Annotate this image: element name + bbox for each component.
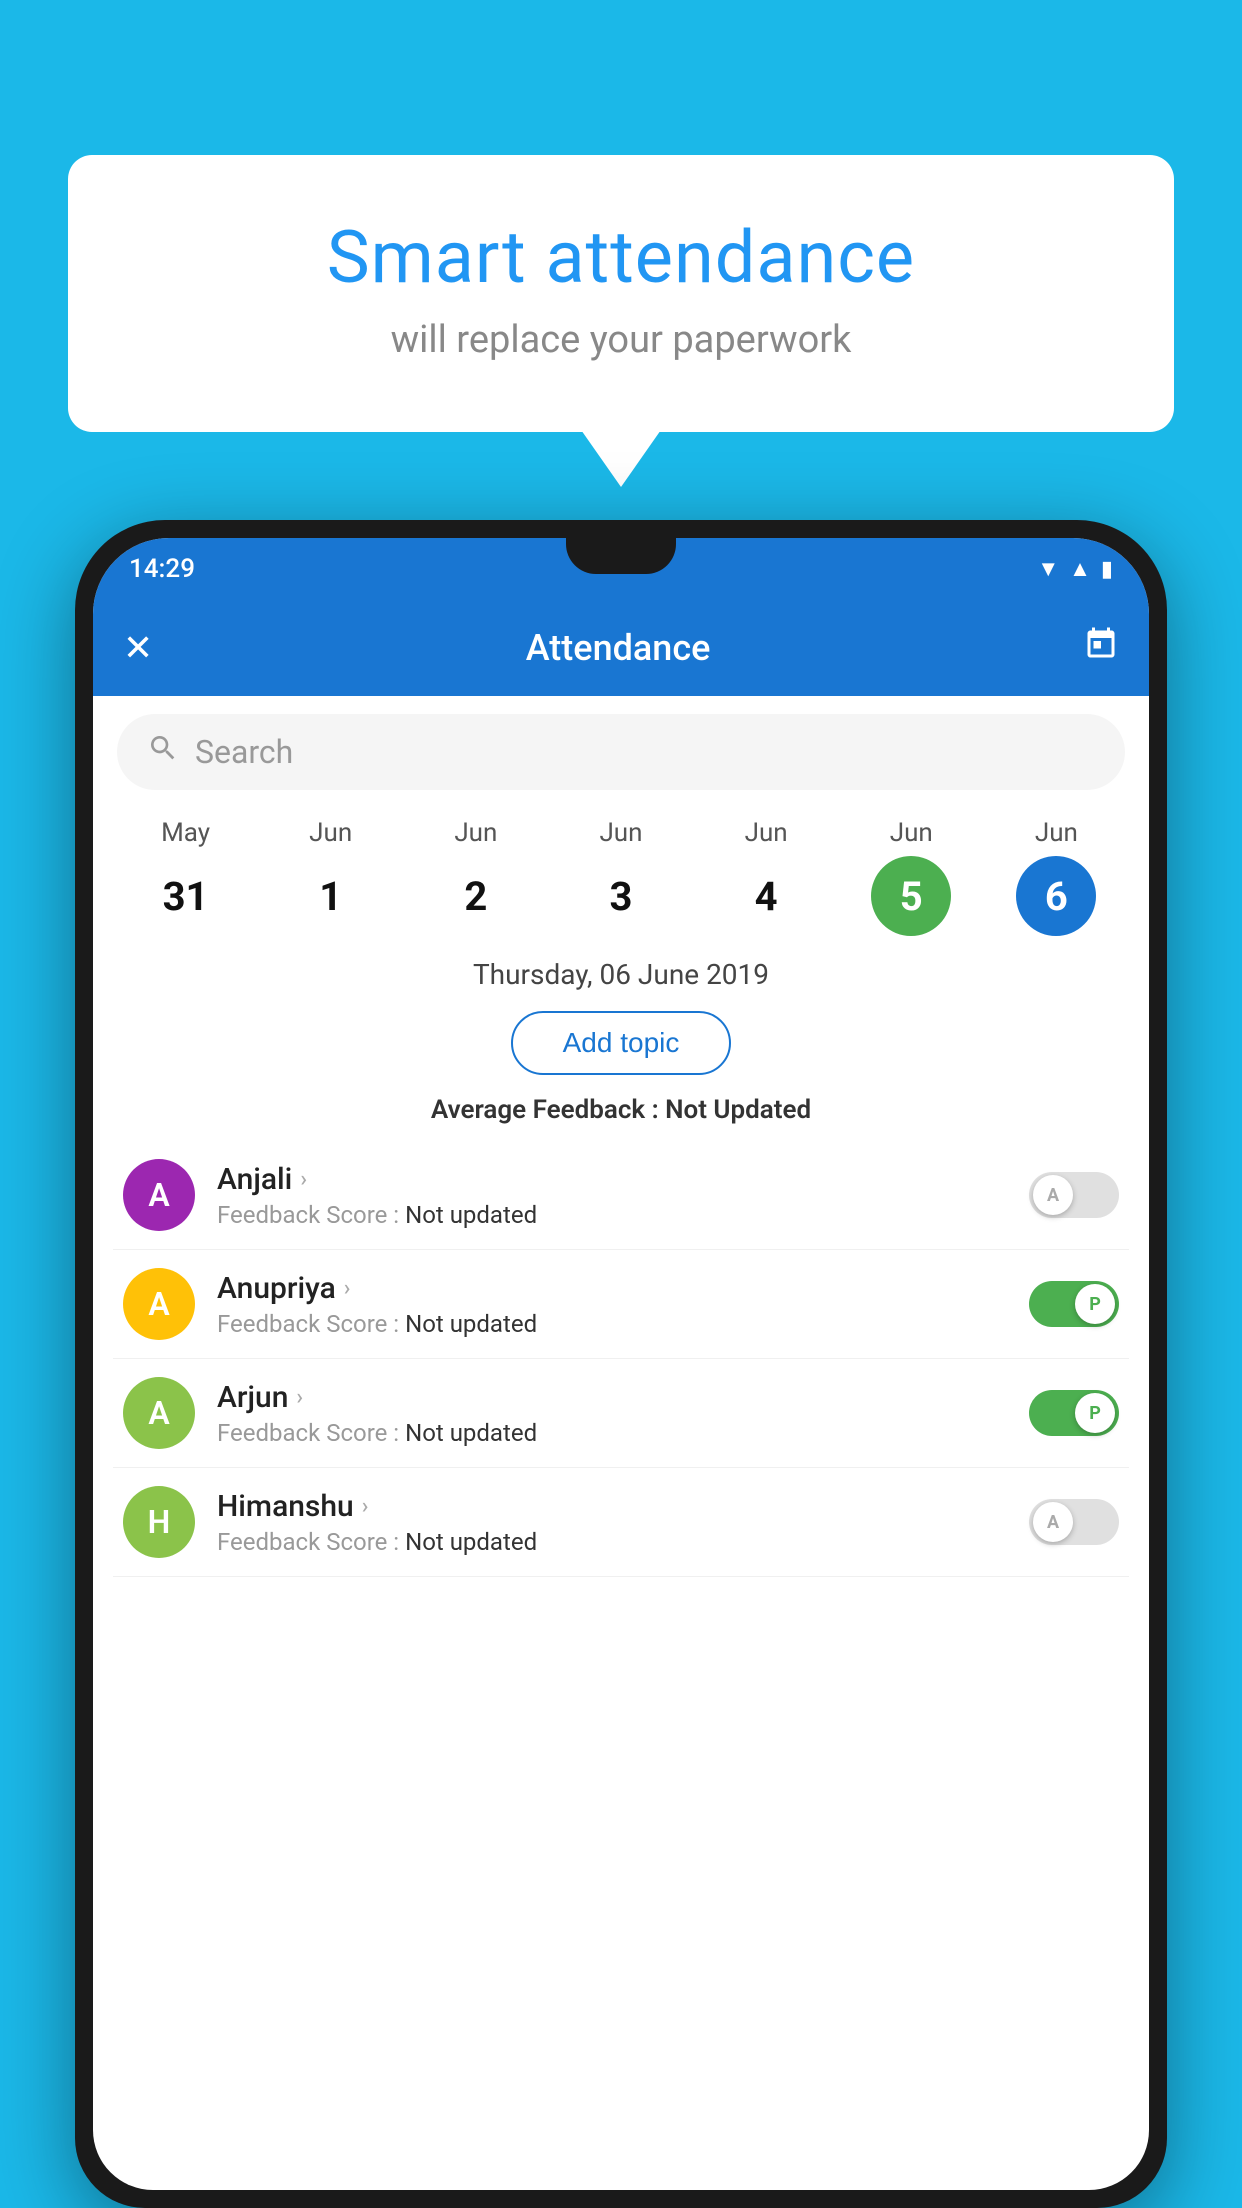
cal-month-label: Jun (890, 818, 933, 848)
cal-month-label: Jun (309, 818, 352, 848)
feedback-score: Feedback Score : Not updated (217, 1419, 1007, 1447)
student-row[interactable]: H Himanshu › Feedback Score : Not updated A (113, 1468, 1129, 1577)
wifi-icon: ▼ (1037, 556, 1059, 582)
signal-icon: ▲ (1069, 556, 1091, 582)
cal-month-label: Jun (745, 818, 788, 848)
student-name: Himanshu › (217, 1489, 1007, 1524)
phone-notch (566, 538, 676, 574)
cal-day-number[interactable]: 2 (436, 856, 516, 936)
student-name: Anjali › (217, 1162, 1007, 1197)
cal-month-label: May (161, 818, 210, 848)
search-icon (147, 732, 179, 772)
cal-day-number[interactable]: 31 (146, 856, 226, 936)
student-info: Anjali › Feedback Score : Not updated (217, 1162, 1007, 1229)
chevron-icon: › (300, 1167, 307, 1192)
status-time: 14:29 (129, 554, 195, 584)
cal-month-label: Jun (454, 818, 497, 848)
cal-day-number[interactable]: 6 (1016, 856, 1096, 936)
toggle-knob: A (1033, 1175, 1073, 1215)
toggle-knob: A (1033, 1502, 1073, 1542)
calendar-day[interactable]: Jun 2 (431, 818, 521, 936)
cal-day-number[interactable]: 1 (291, 856, 371, 936)
calendar-row: May 31 Jun 1 Jun 2 Jun 3 Jun 4 Jun 5 Jun 6 (93, 808, 1149, 936)
student-info: Himanshu › Feedback Score : Not updated (217, 1489, 1007, 1556)
add-topic-button[interactable]: Add topic (511, 1011, 732, 1075)
avg-feedback-label: Average Feedback : (431, 1095, 665, 1125)
avatar: A (123, 1377, 195, 1449)
phone-inner: 14:29 ▼ ▲ ▮ ✕ Attendance S (93, 538, 1149, 2190)
student-name: Anupriya › (217, 1271, 1007, 1306)
student-list: AAnjali ›Feedback Score : Not updatedAAA… (93, 1141, 1149, 1577)
calendar-day[interactable]: Jun 6 (1011, 818, 1101, 936)
feedback-score: Feedback Score : Not updated (217, 1310, 1007, 1338)
chevron-icon: › (344, 1276, 351, 1301)
calendar-day[interactable]: Jun 1 (286, 818, 376, 936)
search-bar[interactable]: Search (117, 714, 1125, 790)
student-name: Arjun › (217, 1380, 1007, 1415)
attendance-toggle[interactable]: A (1029, 1499, 1119, 1545)
student-info: Anupriya › Feedback Score : Not updated (217, 1271, 1007, 1338)
speech-bubble: Smart attendance will replace your paper… (68, 155, 1174, 432)
app-bar-title: Attendance (526, 627, 711, 669)
feedback-score: Feedback Score : Not updated (217, 1528, 1007, 1556)
bubble-subtitle: will replace your paperwork (118, 318, 1124, 362)
student-row[interactable]: A Anupriya › Feedback Score : Not updated P (113, 1250, 1129, 1359)
avg-feedback-value: Not Updated (665, 1095, 811, 1125)
phone-frame: 14:29 ▼ ▲ ▮ ✕ Attendance S (75, 520, 1167, 2208)
avatar: A (123, 1268, 195, 1340)
toggle-knob: P (1075, 1284, 1115, 1324)
cal-day-number[interactable]: 4 (726, 856, 806, 936)
attendance-toggle[interactable]: P (1029, 1390, 1119, 1436)
status-icons: ▼ ▲ ▮ (1037, 556, 1113, 582)
bubble-title: Smart attendance (118, 215, 1124, 300)
avatar: A (123, 1159, 195, 1231)
calendar-day[interactable]: Jun 5 (866, 818, 956, 936)
cal-day-number[interactable]: 5 (871, 856, 951, 936)
close-button[interactable]: ✕ (123, 627, 153, 669)
search-placeholder: Search (195, 733, 293, 771)
chevron-icon: › (362, 1494, 369, 1519)
attendance-toggle[interactable]: P (1029, 1281, 1119, 1327)
chevron-icon: › (296, 1385, 303, 1410)
battery-icon: ▮ (1101, 557, 1113, 582)
student-info: Arjun › Feedback Score : Not updated (217, 1380, 1007, 1447)
calendar-day[interactable]: Jun 4 (721, 818, 811, 936)
speech-bubble-container: Smart attendance will replace your paper… (68, 155, 1174, 432)
student-row[interactable]: A Arjun › Feedback Score : Not updated P (113, 1359, 1129, 1468)
student-row[interactable]: A Anjali › Feedback Score : Not updated A (113, 1141, 1129, 1250)
avg-feedback: Average Feedback : Not Updated (93, 1085, 1149, 1141)
toggle-knob: P (1075, 1393, 1115, 1433)
cal-month-label: Jun (599, 818, 642, 848)
cal-day-number[interactable]: 3 (581, 856, 661, 936)
attendance-toggle[interactable]: A (1029, 1172, 1119, 1218)
selected-date: Thursday, 06 June 2019 (93, 936, 1149, 1001)
avatar: H (123, 1486, 195, 1558)
calendar-day[interactable]: May 31 (141, 818, 231, 936)
calendar-icon[interactable] (1083, 626, 1119, 671)
cal-month-label: Jun (1035, 818, 1078, 848)
calendar-day[interactable]: Jun 3 (576, 818, 666, 936)
feedback-score: Feedback Score : Not updated (217, 1201, 1007, 1229)
app-bar: ✕ Attendance (93, 600, 1149, 696)
